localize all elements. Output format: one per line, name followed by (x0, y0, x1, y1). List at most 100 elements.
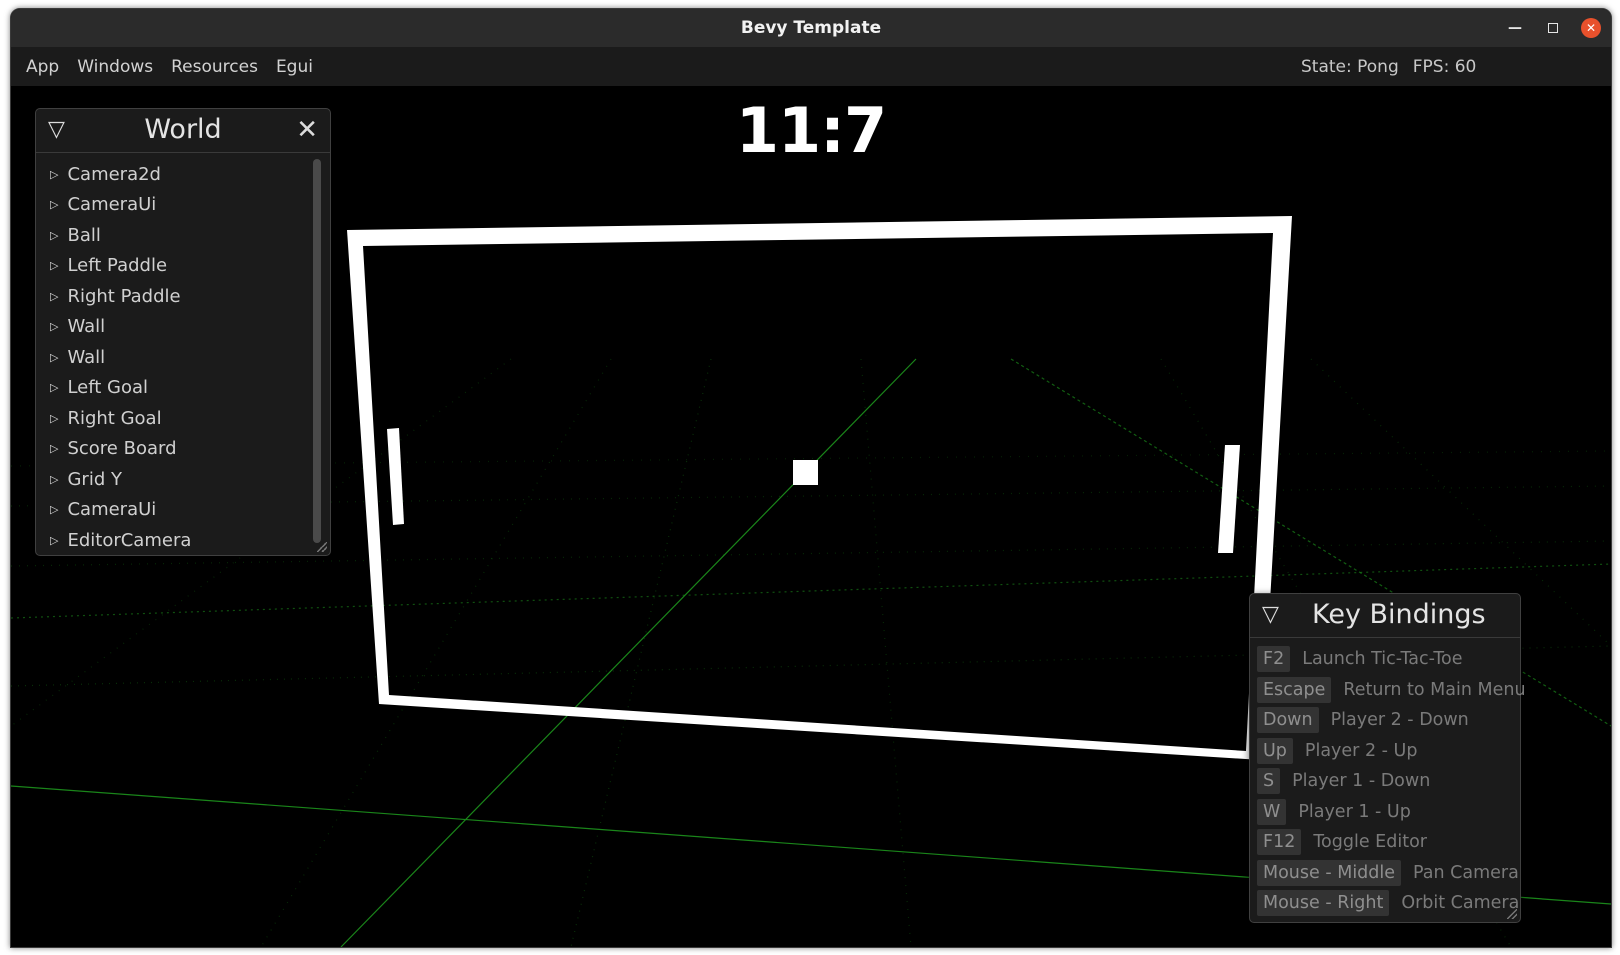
entity-label: Wall (67, 316, 106, 338)
close-window-icon[interactable]: ✕ (1581, 18, 1601, 38)
app-window: Bevy Template — ✕ App Windows Resources … (10, 8, 1612, 948)
window-controls: — ✕ (1505, 9, 1601, 47)
key-bindings-panel: ▽ Key Bindings F2 Launch Tic-Tac-Toe Esca… (1249, 593, 1526, 923)
fps-label: FPS: 60 (1412, 56, 1477, 77)
ball-shape (793, 460, 818, 485)
menu-windows[interactable]: Windows (77, 57, 153, 77)
expand-arrow-icon[interactable]: ▷ (50, 320, 58, 333)
expand-arrow-icon[interactable]: ▷ (50, 351, 58, 364)
menu-items: App Windows Resources Egui (26, 47, 313, 86)
entity-label: Right Goal (67, 407, 162, 429)
entity-item[interactable]: ▷ CameraUi (50, 495, 191, 526)
key-chip: Up (1257, 737, 1293, 764)
expand-arrow-icon[interactable]: ▷ (50, 259, 58, 272)
binding-list: F2 Launch Tic-Tac-Toe Escape Return to Mai… (1257, 644, 1526, 919)
expand-arrow-icon[interactable]: ▷ (50, 381, 58, 394)
menu-egui[interactable]: Egui (276, 57, 313, 77)
expand-arrow-icon[interactable]: ▷ (50, 198, 58, 211)
binding-action: Return to Main Menu (1343, 679, 1526, 700)
expand-arrow-icon[interactable]: ▷ (50, 229, 58, 242)
collapse-triangle-icon[interactable]: ▽ (1262, 603, 1279, 627)
expand-arrow-icon[interactable]: ▷ (50, 534, 58, 547)
binding-action: Pan Camera (1413, 862, 1519, 883)
entity-item[interactable]: ▷ Grid Y (50, 464, 191, 495)
resize-grip-icon[interactable] (1507, 909, 1517, 919)
entity-label: Left Goal (67, 377, 149, 399)
expand-arrow-icon[interactable]: ▷ (50, 442, 58, 455)
maximize-icon[interactable] (1543, 18, 1563, 38)
left-paddle-shape (387, 428, 404, 525)
binding-action: Player 2 - Down (1330, 710, 1469, 731)
entity-label: Wall (67, 346, 106, 368)
entity-item[interactable]: ▷ Ball (50, 220, 191, 251)
binding-row: Escape Return to Main Menu (1257, 675, 1526, 706)
entity-list-scrollbar[interactable] (313, 159, 321, 543)
binding-action: Player 1 - Up (1298, 801, 1411, 822)
entity-item[interactable]: ▷ EditorCamera (50, 525, 191, 556)
entity-label: Score Board (67, 438, 177, 460)
world-panel-header[interactable]: ▽ World ✕ (36, 109, 330, 153)
binding-action: Player 1 - Down (1292, 771, 1431, 792)
entity-label: Right Paddle (67, 285, 181, 307)
key-chip: Escape (1257, 676, 1332, 703)
court-walls (347, 216, 1292, 760)
world-panel: ▽ World ✕ ▷ Camera2d ▷ CameraUi ▷ Ball ▷ Lef… (35, 108, 331, 556)
entity-item[interactable]: ▷ Wall (50, 342, 191, 373)
minimize-icon[interactable]: — (1505, 18, 1525, 38)
binding-action: Orbit Camera (1401, 893, 1520, 914)
expand-arrow-icon[interactable]: ▷ (50, 503, 58, 516)
expand-arrow-icon[interactable]: ▷ (50, 473, 58, 486)
key-chip: F2 (1257, 646, 1291, 673)
expand-arrow-icon[interactable]: ▷ (50, 290, 58, 303)
state-label: State: Pong (1301, 56, 1399, 77)
close-icon[interactable]: ✕ (296, 116, 318, 144)
menu-bar: App Windows Resources Egui State: Pong F… (11, 47, 1611, 87)
entity-item[interactable]: ▷ Left Goal (50, 373, 191, 404)
game-viewport[interactable]: 11:7 ▽ World ✕ ▷ Camera2d ▷ CameraUi ▷ Ball… (11, 86, 1611, 947)
title-bar[interactable]: Bevy Template — ✕ (11, 9, 1611, 47)
key-chip: Mouse - Right (1257, 890, 1390, 917)
menu-app[interactable]: App (26, 57, 59, 77)
right-paddle-shape (1218, 445, 1240, 553)
entity-item[interactable]: ▷ Score Board (50, 434, 191, 465)
entity-item[interactable]: ▷ Left Paddle (50, 251, 191, 282)
key-chip: F12 (1257, 829, 1302, 856)
expand-arrow-icon[interactable]: ▷ (50, 412, 58, 425)
entity-item[interactable]: ▷ Right Paddle (50, 281, 191, 312)
binding-row: S Player 1 - Down (1257, 766, 1526, 797)
entity-label: CameraUi (67, 499, 157, 521)
binding-action: Player 2 - Up (1304, 740, 1418, 761)
window-title: Bevy Template (740, 18, 882, 38)
binding-row: F12 Toggle Editor (1257, 827, 1526, 858)
resize-grip-icon[interactable] (317, 542, 327, 552)
binding-action: Toggle Editor (1313, 832, 1427, 853)
entity-label: Grid Y (67, 468, 122, 490)
key-chip: Mouse - Middle (1257, 859, 1402, 886)
status-area: State: Pong FPS: 60 (1301, 47, 1476, 86)
entity-label: CameraUi (67, 194, 157, 216)
binding-row: Up Player 2 - Up (1257, 736, 1526, 767)
expand-arrow-icon[interactable]: ▷ (50, 168, 58, 181)
entity-item[interactable]: ▷ Right Goal (50, 403, 191, 434)
key-chip: S (1257, 768, 1281, 795)
key-bindings-header[interactable]: ▽ Key Bindings (1250, 594, 1520, 638)
key-bindings-title: Key Bindings (1312, 599, 1486, 630)
entity-item[interactable]: ▷ CameraUi (50, 190, 191, 221)
binding-row: Mouse - Right Orbit Camera (1257, 888, 1526, 919)
entity-label: EditorCamera (67, 529, 192, 551)
world-panel-title: World (144, 114, 222, 145)
binding-row: Down Player 2 - Down (1257, 705, 1526, 736)
entity-list: ▷ Camera2d ▷ CameraUi ▷ Ball ▷ Left Paddle ▷… (50, 159, 191, 556)
binding-row: W Player 1 - Up (1257, 797, 1526, 828)
key-chip: W (1257, 798, 1287, 825)
entity-item[interactable]: ▷ Wall (50, 312, 191, 343)
entity-label: Camera2d (67, 163, 161, 185)
entity-label: Ball (67, 224, 101, 246)
binding-action: Launch Tic-Tac-Toe (1302, 649, 1463, 670)
menu-resources[interactable]: Resources (171, 57, 258, 77)
key-chip: Down (1257, 707, 1319, 734)
binding-row: Mouse - Middle Pan Camera (1257, 858, 1526, 889)
entity-item[interactable]: ▷ Camera2d (50, 159, 191, 190)
entity-label: Left Paddle (67, 255, 168, 277)
binding-row: F2 Launch Tic-Tac-Toe (1257, 644, 1526, 675)
